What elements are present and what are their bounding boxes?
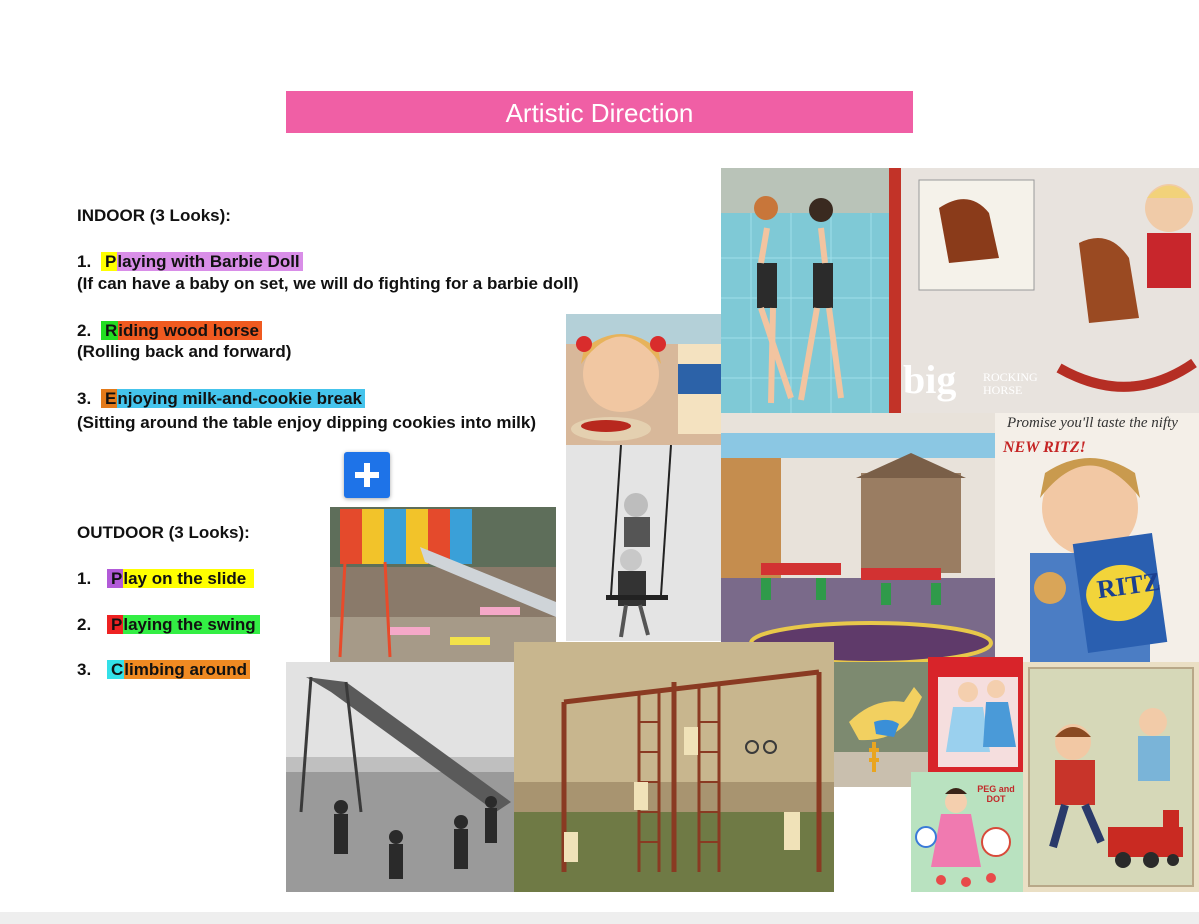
indoor-item-1-note: (If can have a baby on set, we will do f… (77, 274, 579, 293)
ritz-ad-photo: Promise you'll taste the nifty NEW RITZ!… (995, 413, 1199, 662)
old-playground-photo (286, 662, 514, 892)
bottom-strip (0, 912, 1199, 924)
ritz-slogan: Promise you'll taste the nifty (1007, 415, 1178, 431)
rocking-horse-photo: big ROCKING HORSE (889, 168, 1199, 413)
outdoor-item-3: 3. Climbing around (77, 659, 252, 680)
indoor-item-3-note: (Sitting around the table enjoy dipping … (77, 413, 537, 432)
outdoor-heading: OUTDOOR (3 Looks): (77, 523, 250, 542)
outdoor-item-1: 1. Play on the slide (77, 568, 256, 589)
indoor-item-1: 1. Playing with Barbie Doll (77, 251, 305, 272)
climbing-frame-photo (514, 642, 834, 892)
spring-horse-photo (834, 662, 928, 787)
barbie-pool-photo (721, 168, 889, 420)
indoor-heading: INDOOR (3 Looks): (77, 206, 231, 225)
indoor-item-2-note: (Rolling back and forward) (77, 342, 292, 361)
outdoor-item-2: 2. Playing the swing (77, 614, 262, 635)
swing-photo (566, 445, 721, 641)
plus-icon (355, 463, 379, 487)
big-logo: big (903, 357, 957, 402)
paper-doll-book-photo (928, 657, 1023, 772)
new-ritz: NEW RITZ! (1003, 439, 1086, 456)
boy-train-photo (1023, 662, 1199, 892)
peg-dot-photo: PEG and DOT (911, 772, 1023, 892)
girl-bread-photo (566, 314, 721, 445)
page-title: Artistic Direction (286, 91, 913, 133)
indoor-item-2: 2. Riding wood horse (77, 320, 264, 341)
indoor-item-3: 3. Enjoying milk-and-cookie break (77, 388, 367, 409)
classroom-photo (721, 413, 995, 662)
peg-dot-title: PEG and DOT (977, 784, 1015, 804)
add-button[interactable] (344, 452, 390, 498)
rocking-horse-caption: ROCKING HORSE (983, 370, 1038, 397)
